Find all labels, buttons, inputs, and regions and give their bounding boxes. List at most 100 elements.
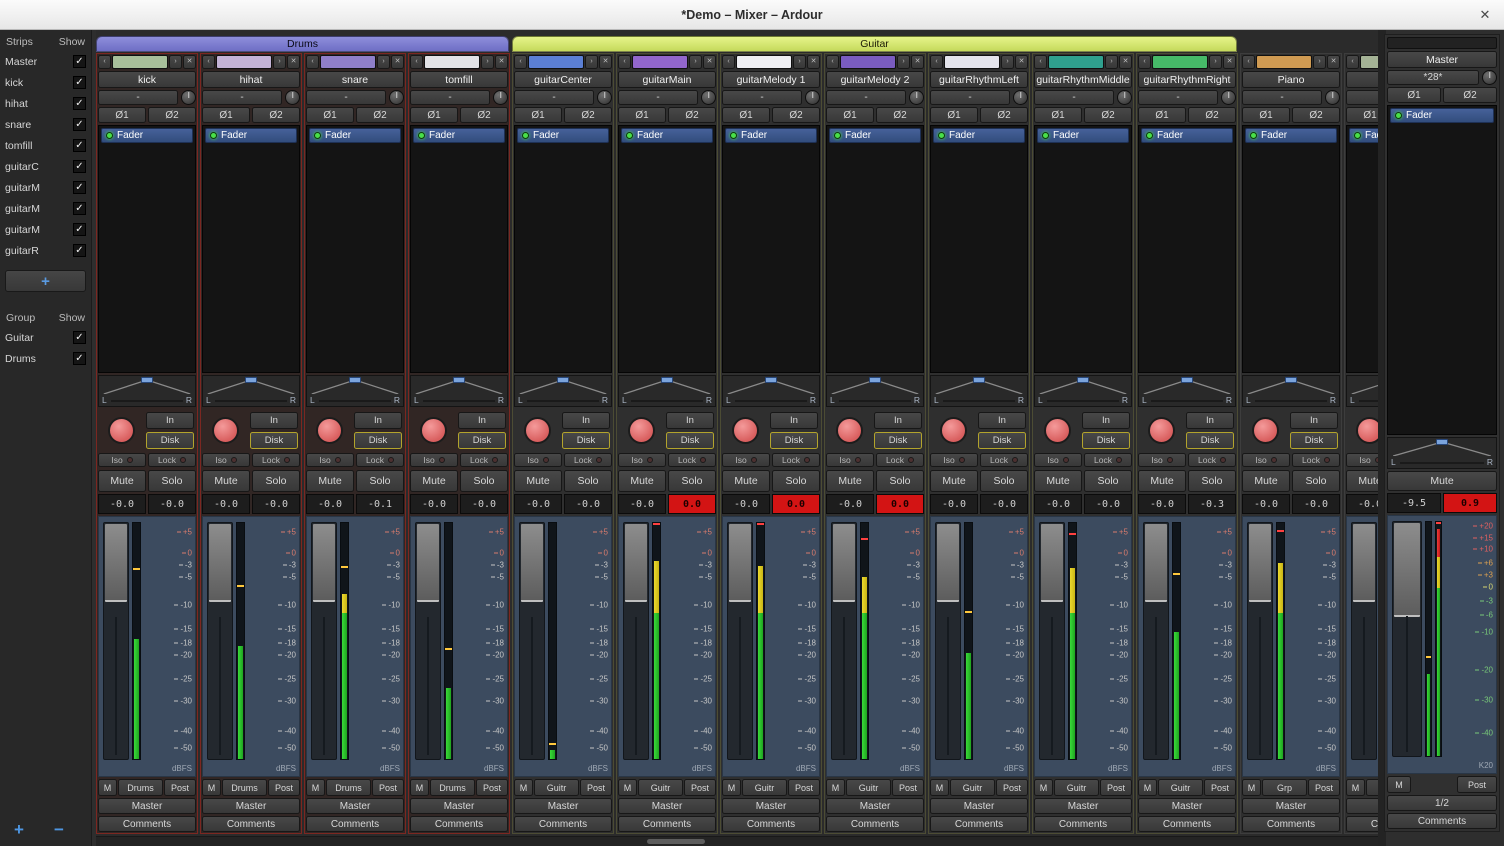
output-button[interactable]: Master [1346, 798, 1378, 814]
output-button[interactable]: Master [98, 798, 196, 814]
record-enable-button[interactable] [1356, 417, 1378, 444]
input-button[interactable]: - [410, 90, 490, 105]
phase-1-button[interactable]: Ø1 [722, 107, 770, 123]
mute-button[interactable]: Mute [410, 470, 458, 492]
strip-narrow-icon[interactable]: ‹ [410, 55, 423, 69]
master-phase-1-button[interactable]: Ø1 [1387, 87, 1441, 103]
pan-handle[interactable] [1285, 377, 1297, 383]
peak-display[interactable]: -0.0 [148, 494, 196, 514]
monitor-disk-button[interactable]: Disk [978, 432, 1026, 449]
mute-button[interactable]: Mute [618, 470, 666, 492]
strip-widen-icon[interactable]: › [377, 55, 390, 69]
input-button[interactable]: - [1242, 90, 1322, 105]
trim-knob[interactable] [1221, 90, 1236, 105]
strip-name-button[interactable]: guitarMelody 2 [826, 71, 924, 88]
add-strip-button[interactable]: + [5, 270, 86, 292]
record-enable-button[interactable] [1044, 417, 1071, 444]
phase-2-button[interactable]: Ø2 [356, 107, 404, 123]
gain-display[interactable]: -0.0 [202, 494, 250, 514]
processor-box[interactable]: Fader [930, 125, 1028, 373]
phase-1-button[interactable]: Ø1 [98, 107, 146, 123]
strip-hide-icon[interactable]: ✕ [287, 55, 300, 69]
pan-handle[interactable] [869, 377, 881, 383]
solo-lock-button[interactable]: Lock [1084, 453, 1132, 467]
gain-display[interactable]: -0.0 [1138, 494, 1186, 514]
output-button[interactable]: Master [1034, 798, 1132, 814]
solo-isolate-button[interactable]: Iso [410, 453, 458, 467]
monitor-disk-button[interactable]: Disk [666, 432, 714, 449]
processor-box[interactable]: Fader [306, 125, 404, 373]
master-peak-display[interactable]: 0.9 [1443, 493, 1497, 513]
monitor-input-button[interactable]: In [874, 412, 922, 429]
input-button[interactable]: - [306, 90, 386, 105]
solo-isolate-button[interactable]: Iso [1138, 453, 1186, 467]
mute-button[interactable]: Mute [514, 470, 562, 492]
group-tab[interactable]: Guitar [512, 36, 1237, 52]
strip-color-bar[interactable] [320, 55, 376, 69]
trim-knob[interactable] [1325, 90, 1340, 105]
solo-isolate-button[interactable]: Iso [826, 453, 874, 467]
strip-widen-icon[interactable]: › [169, 55, 182, 69]
processor-active-led[interactable] [522, 132, 529, 139]
strip-narrow-icon[interactable]: ‹ [98, 55, 111, 69]
processor-box[interactable]: Fader [1138, 125, 1236, 373]
fader-processor[interactable]: Fader [101, 128, 193, 143]
list-item[interactable]: guitarM✓ [0, 177, 91, 198]
monitor-input-button[interactable]: In [1290, 412, 1338, 429]
metering-point-button[interactable]: M [514, 779, 533, 796]
strip-narrow-icon[interactable]: ‹ [930, 55, 943, 69]
comments-button[interactable]: Comments [618, 816, 716, 832]
group-button[interactable]: Guitr [950, 779, 995, 796]
post-button[interactable]: Post [372, 779, 404, 796]
strip-hide-icon[interactable]: ✕ [911, 55, 924, 69]
processor-box[interactable]: Fader [514, 125, 612, 373]
master-pan-control[interactable]: L R [1387, 437, 1497, 469]
peak-display[interactable]: 0.0 [772, 494, 820, 514]
comments-button[interactable]: Comments [1034, 816, 1132, 832]
gain-fader[interactable] [519, 522, 545, 760]
record-enable-button[interactable] [212, 417, 239, 444]
strip-widen-icon[interactable]: › [689, 55, 702, 69]
list-item[interactable]: Master✓ [0, 51, 91, 72]
strip-name-button[interactable]: guitarMain [618, 71, 716, 88]
phase-1-button[interactable]: Ø1 [306, 107, 354, 123]
comments-button[interactable]: Comments [930, 816, 1028, 832]
strip-color-bar[interactable] [112, 55, 168, 69]
mute-button[interactable]: Mute [826, 470, 874, 492]
phase-1-button[interactable]: Ø1 [826, 107, 874, 123]
metering-point-button[interactable]: M [1242, 779, 1261, 796]
strip-widen-icon[interactable]: › [1209, 55, 1222, 69]
strip-widen-icon[interactable]: › [585, 55, 598, 69]
input-button[interactable]: - [514, 90, 594, 105]
monitor-disk-button[interactable]: Disk [458, 432, 506, 449]
strip-name-button[interactable]: guitarRhythmRight [1138, 71, 1236, 88]
phase-1-button[interactable]: Ø1 [202, 107, 250, 123]
monitor-disk-button[interactable]: Disk [250, 432, 298, 449]
pan-handle[interactable] [141, 377, 153, 383]
peak-display[interactable]: 0.0 [876, 494, 924, 514]
peak-display[interactable]: -0.0 [1292, 494, 1340, 514]
strip-widen-icon[interactable]: › [1105, 55, 1118, 69]
monitor-input-button[interactable]: In [458, 412, 506, 429]
strip-color-bar[interactable] [736, 55, 792, 69]
mute-button[interactable]: Mute [202, 470, 250, 492]
strip-hide-icon[interactable]: ✕ [807, 55, 820, 69]
pan-control[interactable]: L R [1138, 375, 1236, 407]
list-item[interactable]: Guitar✓ [0, 327, 91, 348]
strip-name-button[interactable]: guitarRhythmMiddle [1034, 71, 1132, 88]
phase-2-button[interactable]: Ø2 [1084, 107, 1132, 123]
strip-color-bar[interactable] [424, 55, 480, 69]
solo-button[interactable]: Solo [460, 470, 508, 492]
master-trim-knob[interactable] [1482, 70, 1497, 85]
pan-control[interactable]: L R [1346, 375, 1378, 407]
list-item[interactable]: kick✓ [0, 72, 91, 93]
group-button[interactable]: Drums [430, 779, 475, 796]
output-button[interactable]: Master [1242, 798, 1340, 814]
solo-lock-button[interactable]: Lock [1292, 453, 1340, 467]
master-phase-2-button[interactable]: Ø2 [1443, 87, 1497, 103]
master-post-button[interactable]: Post [1457, 776, 1497, 793]
window-close-button[interactable]: ✕ [1476, 6, 1494, 24]
strip-color-bar[interactable] [632, 55, 688, 69]
processor-active-led[interactable] [106, 132, 113, 139]
strip-hide-icon[interactable]: ✕ [183, 55, 196, 69]
